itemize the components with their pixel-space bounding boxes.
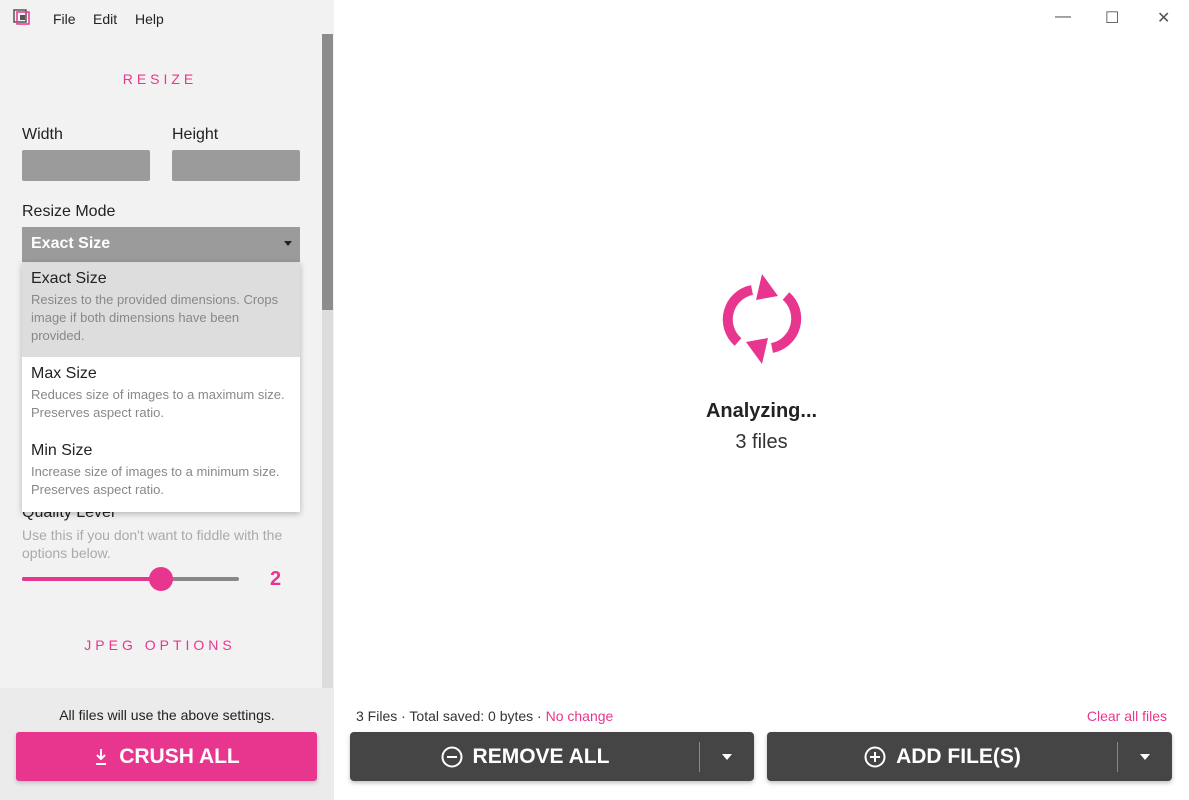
- minimize-button[interactable]: —: [1055, 8, 1071, 26]
- remove-all-button-group: REMOVE ALL: [350, 732, 754, 781]
- summary: 3 Files · Total saved: 0 bytes · No chan…: [356, 708, 613, 724]
- quality-value: 2: [270, 568, 282, 590]
- close-button[interactable]: ✕: [1157, 8, 1170, 28]
- height-input[interactable]: [172, 150, 300, 181]
- sidebar-scrollbar[interactable]: [322, 34, 333, 688]
- crush-all-label: CRUSH ALL: [119, 744, 240, 768]
- option-desc: Resizes to the provided dimensions. Crop…: [31, 292, 279, 343]
- resize-mode-select[interactable]: Exact Size: [22, 227, 300, 262]
- refresh-icon: [722, 274, 802, 364]
- resize-mode-dropdown: Exact Size Resizes to the provided dimens…: [22, 262, 300, 512]
- resize-section-title: RESIZE: [122, 71, 198, 87]
- menu-file[interactable]: File: [53, 11, 76, 27]
- sidebar-footer: All files will use the above settings. C…: [0, 688, 334, 800]
- summary-text: 3 Files · Total saved: 0 bytes ·: [356, 708, 546, 724]
- slider-fill: [22, 577, 161, 581]
- option-desc: Increase size of images to a minimum siz…: [31, 464, 280, 497]
- quality-description: Use this if you don't want to fiddle wit…: [22, 527, 283, 561]
- height-label: Height: [172, 126, 219, 143]
- status-count: 3 files: [735, 431, 788, 453]
- option-exact-size[interactable]: Exact Size Resizes to the provided dimens…: [22, 262, 300, 357]
- quality-slider[interactable]: [22, 567, 239, 591]
- app-logo-icon: [13, 9, 30, 25]
- resize-mode-label: Resize Mode: [22, 203, 116, 220]
- add-files-button[interactable]: ADD FILE(S): [767, 732, 1118, 781]
- minus-circle-icon: [441, 746, 463, 767]
- slider-handle[interactable]: [148, 567, 173, 591]
- download-icon: [96, 748, 107, 765]
- menu-edit[interactable]: Edit: [93, 11, 117, 27]
- width-input[interactable]: [22, 150, 150, 181]
- option-desc: Reduces size of images to a maximum size…: [31, 387, 285, 420]
- remove-options-dropdown[interactable]: [700, 732, 754, 781]
- option-title: Max Size: [31, 365, 97, 382]
- clear-all-files-link[interactable]: Clear all files: [1087, 708, 1167, 724]
- option-min-size[interactable]: Min Size Increase size of images to a min…: [22, 434, 300, 507]
- add-files-label: ADD FILE(S): [896, 744, 1021, 768]
- remove-all-button[interactable]: REMOVE ALL: [350, 732, 700, 781]
- option-max-size[interactable]: Max Size Reduces size of images to a maxi…: [22, 357, 300, 430]
- summary-change: No change: [545, 708, 614, 724]
- sidebar: File Edit Help RESIZE Width Height Resiz…: [0, 0, 334, 800]
- settings-note: All files will use the above settings.: [59, 707, 275, 723]
- selected-value: Exact Size: [31, 235, 111, 252]
- jpeg-section-title: JPEG OPTIONS: [84, 637, 236, 653]
- caret-down-icon: [284, 241, 292, 246]
- menu-help[interactable]: Help: [135, 11, 164, 27]
- width-label: Width: [22, 126, 63, 143]
- scrollbar-thumb[interactable]: [322, 34, 333, 310]
- add-files-button-group: ADD FILE(S): [767, 732, 1172, 781]
- status-title: Analyzing...: [705, 400, 818, 422]
- remove-all-label: REMOVE ALL: [472, 744, 610, 768]
- option-title: Min Size: [31, 442, 93, 459]
- crush-all-button[interactable]: CRUSH ALL: [16, 732, 317, 781]
- option-title: Exact Size: [31, 270, 107, 287]
- plus-circle-icon: [864, 746, 886, 767]
- add-options-dropdown[interactable]: [1118, 732, 1172, 781]
- maximize-button[interactable]: ☐: [1105, 8, 1119, 28]
